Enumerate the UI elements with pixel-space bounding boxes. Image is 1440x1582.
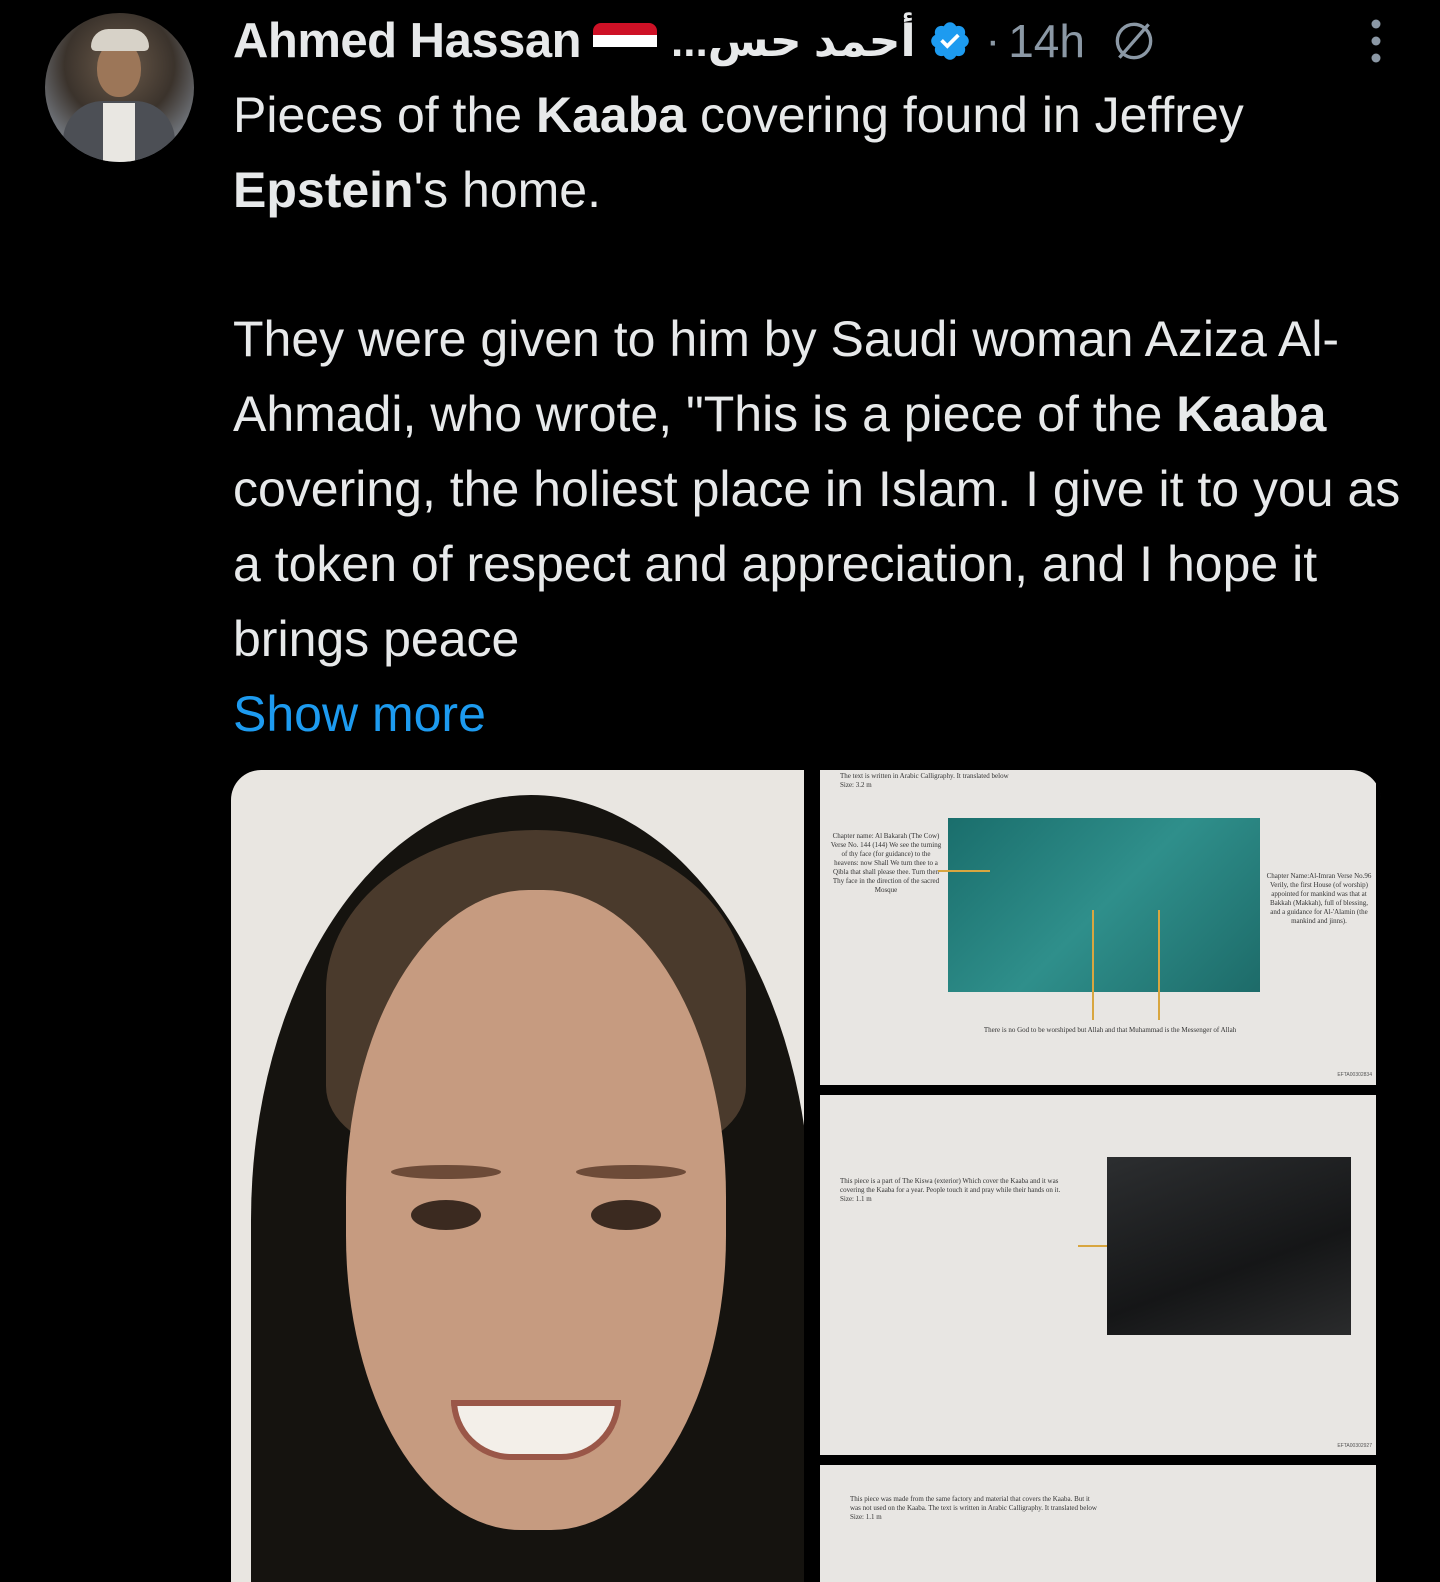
avatar[interactable] <box>45 13 194 162</box>
kiswa-black-image <box>1107 1157 1351 1335</box>
separator-dot: · <box>985 16 1001 65</box>
doc-arrow <box>938 870 990 872</box>
media-photo-woman[interactable] <box>231 770 804 1582</box>
doc-page1-right-caption: Chapter Name:Al-Imran Verse No.96 Verily… <box>1266 872 1372 925</box>
tweet-paragraph-1: Pieces of the Kaaba covering found in Je… <box>233 87 1244 218</box>
document-page-2: This piece is a part of The Kiswa (exter… <box>820 1095 1376 1455</box>
tweet-text: Pieces of the Kaaba covering found in Je… <box>233 78 1403 752</box>
tweet-paragraph-2: They were given to him by Saudi woman Az… <box>233 311 1401 667</box>
tweet-header: Ahmed Hassan أحمد حس... · 14h <box>233 12 1413 70</box>
highlight-kaaba: Kaaba <box>1176 386 1327 442</box>
tweet-media[interactable]: The text is written in Arabic Calligraph… <box>231 770 1381 1582</box>
doc-page1-left-caption: Chapter name: Al Bakarah (The Cow) Verse… <box>830 832 942 894</box>
verified-badge-icon <box>930 22 969 60</box>
doc-arrow <box>1158 910 1160 1020</box>
more-options-icon[interactable] <box>1364 16 1388 66</box>
author-handle[interactable]: أحمد حس... <box>671 16 916 67</box>
doc-page1-bottom-caption: There is no God to be worshiped but Alla… <box>983 1026 1237 1034</box>
document-page-3: This piece was made from the same factor… <box>820 1465 1376 1582</box>
doc-page2-caption: This piece is a part of The Kiswa (exter… <box>840 1177 1061 1203</box>
doc-ref-1: EFTA00302834 <box>1337 1072 1372 1078</box>
doc-page1-header: The text is written in Arabic Calligraph… <box>840 772 1009 789</box>
doc-arrow <box>1092 910 1094 1020</box>
kiswa-green-image <box>948 818 1260 992</box>
tweet[interactable]: Ahmed Hassan أحمد حس... · 14h Pieces of … <box>0 0 1440 1582</box>
yemen-flag-icon <box>593 23 658 59</box>
muted-icon[interactable] <box>1109 16 1159 66</box>
doc-ref-2: EFTA00302927 <box>1337 1443 1372 1449</box>
photo-brow-right <box>576 1165 686 1179</box>
highlight-epstein: Epstein <box>233 162 414 218</box>
document-page-1: The text is written in Arabic Calligraph… <box>820 770 1376 1085</box>
timestamp[interactable]: 14h <box>1008 14 1085 68</box>
doc-page3-caption: This piece was made from the same factor… <box>850 1495 1097 1521</box>
highlight-kaaba: Kaaba <box>535 87 687 143</box>
media-document[interactable]: The text is written in Arabic Calligraph… <box>804 770 1381 1582</box>
author-name[interactable]: Ahmed Hassan <box>233 13 582 69</box>
photo-brow-left <box>391 1165 501 1179</box>
avatar-cap <box>91 29 149 51</box>
show-more-link[interactable]: Show more <box>233 677 1403 752</box>
photo-eye-right <box>591 1200 661 1230</box>
avatar-shirt <box>103 103 135 162</box>
photo-eye-left <box>411 1200 481 1230</box>
